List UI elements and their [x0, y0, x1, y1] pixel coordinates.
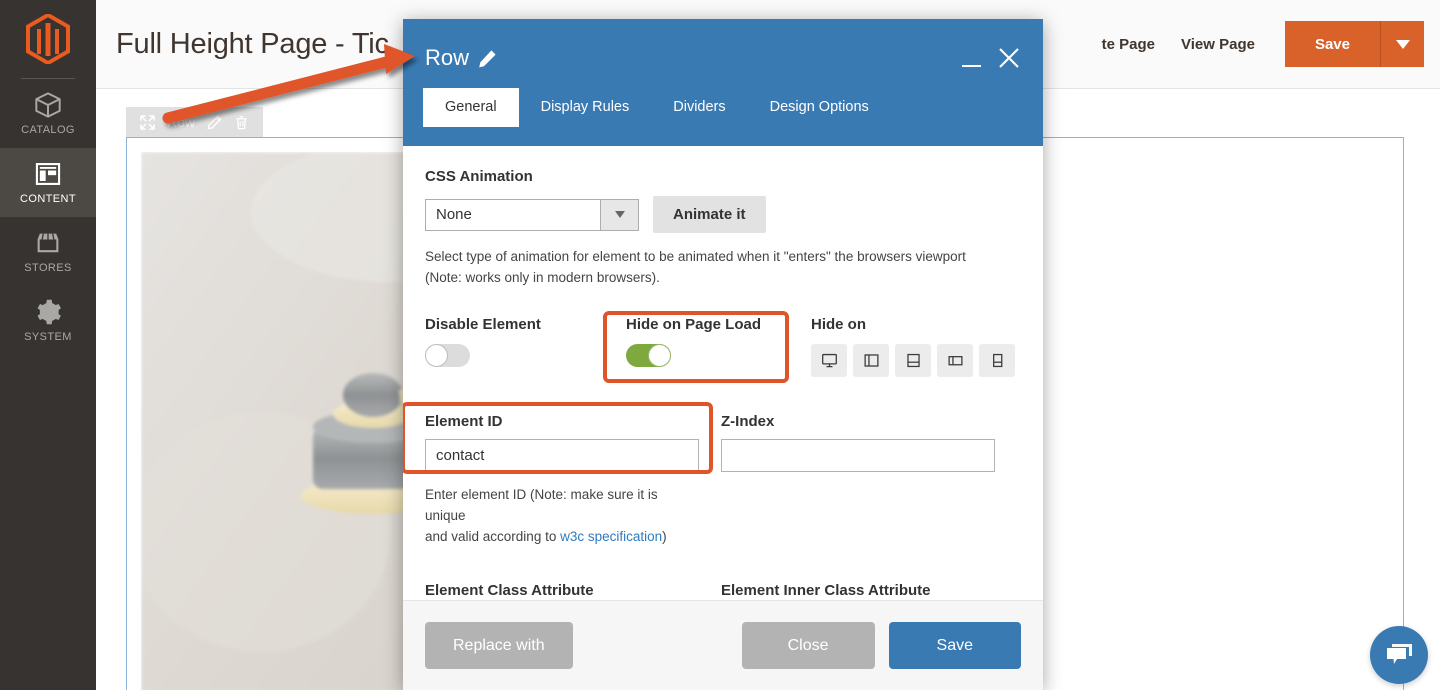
modal-footer: Replace with Close Save: [403, 600, 1043, 690]
element-inner-class-group: Element Inner Class Attribute: [721, 582, 995, 600]
layout-icon: [35, 163, 61, 185]
hide-on-mobile-landscape-button[interactable]: [937, 343, 973, 377]
hide-on-tablet-landscape-button[interactable]: [853, 343, 889, 377]
row-toolbar-label: Row: [167, 114, 196, 130]
css-animation-row: None Animate it: [425, 196, 1021, 233]
tab-dividers[interactable]: Dividers: [651, 88, 747, 127]
sidebar-item-content[interactable]: CONTENT: [0, 148, 96, 217]
animate-it-button[interactable]: Animate it: [653, 196, 766, 233]
box-icon: [35, 92, 61, 118]
css-animation-help-line2: (Note: works only in modern browsers).: [425, 269, 660, 285]
minimize-icon[interactable]: [962, 65, 981, 67]
caret-shape: [614, 211, 625, 218]
modal-header: Row General Display Rules Dividers Desig…: [403, 19, 1043, 146]
help-post: ): [662, 528, 667, 544]
element-class-group: Element Class Attribute: [425, 582, 699, 600]
tab-design-options[interactable]: Design Options: [748, 88, 891, 127]
gear-icon: [37, 299, 61, 325]
z-index-group: Z-Index: [721, 413, 995, 548]
hide-on-tablet-portrait-button[interactable]: [895, 343, 931, 377]
tab-display-rules[interactable]: Display Rules: [519, 88, 652, 127]
save-dropdown-button[interactable]: [1380, 21, 1424, 67]
footer-right-actions: Close Save: [741, 622, 1021, 669]
row-toolbar[interactable]: Row: [126, 107, 264, 137]
row-settings-modal: Row General Display Rules Dividers Desig…: [403, 19, 1043, 690]
z-index-label: Z-Index: [721, 412, 775, 430]
header-actions: te Page View Page Save: [1102, 21, 1424, 67]
element-id-label: Element ID: [425, 412, 503, 430]
element-class-label: Element Class Attribute: [425, 581, 594, 599]
chevron-down-icon[interactable]: [600, 199, 638, 230]
trash-icon[interactable]: [234, 115, 249, 130]
css-animation-select[interactable]: None: [425, 198, 639, 231]
z-index-input[interactable]: [721, 438, 995, 472]
hide-on-desktop-button[interactable]: [811, 343, 847, 377]
window-controls: [962, 46, 1021, 70]
hide-on-page-load-label: Hide on Page Load: [626, 315, 762, 333]
magento-logo-icon: [26, 14, 70, 64]
close-button[interactable]: Close: [741, 622, 875, 669]
hide-on-device-buttons: [811, 343, 1015, 377]
mobile-landscape-icon: [947, 355, 963, 366]
hide-on-page-load-group: Hide on Page Load: [626, 316, 811, 377]
chat-widget-button[interactable]: [1370, 626, 1428, 684]
tablet-portrait-icon: [906, 353, 920, 367]
chevron-down-icon: [1395, 39, 1410, 49]
css-animation-help: Select type of animation for element to …: [425, 247, 1021, 289]
hide-on-label: Hide on: [811, 315, 866, 333]
element-id-help-line1: Enter element ID (Note: make sure it is …: [425, 486, 658, 523]
pencil-icon[interactable]: [478, 49, 497, 68]
save-button[interactable]: Save: [1284, 21, 1380, 67]
css-animation-value: None: [436, 206, 472, 223]
sidebar-item-label: CONTENT: [20, 193, 76, 205]
id-zindex-row: Element ID Enter element ID (Note: make …: [425, 413, 1021, 548]
element-id-help: Enter element ID (Note: make sure it is …: [425, 485, 699, 548]
disable-element-group: Disable Element: [425, 316, 626, 377]
element-id-help-line2: and valid according to w3c specification…: [425, 527, 699, 548]
replace-with-button[interactable]: Replace with: [425, 622, 573, 669]
modal-title: Row: [425, 45, 470, 70]
admin-sidebar: CATALOG CONTENT STORES SYSTEM: [0, 0, 96, 690]
hide-on-mobile-portrait-button[interactable]: [979, 343, 1015, 377]
hide-on-group: Hide on: [811, 316, 1015, 377]
element-id-input[interactable]: [425, 438, 699, 472]
sidebar-item-stores[interactable]: STORES: [0, 217, 96, 286]
sidebar-item-catalog[interactable]: CATALOG: [0, 79, 96, 148]
toggle-knob: [425, 343, 448, 367]
delete-page-button[interactable]: te Page: [1102, 36, 1155, 53]
modal-save-button[interactable]: Save: [888, 622, 1021, 669]
w3c-specification-link[interactable]: w3c specification: [560, 529, 662, 544]
pencil-icon[interactable]: [207, 114, 222, 130]
tablet-landscape-icon: [863, 354, 879, 367]
help-pre: and valid according to: [425, 528, 561, 544]
tab-general[interactable]: General: [423, 88, 519, 127]
modal-title-row: Row: [403, 19, 1043, 71]
css-animation-label: CSS Animation: [425, 168, 533, 185]
class-attributes-row: Element Class Attribute Element Inner Cl…: [425, 582, 1021, 600]
screen-root: CATALOG CONTENT STORES SYSTEM Full Heigh…: [0, 0, 1440, 690]
css-animation-help-line1: Select type of animation for element to …: [425, 249, 966, 264]
desktop-icon: [821, 353, 837, 368]
mobile-portrait-icon: [992, 353, 1002, 367]
toggle-knob: [648, 343, 671, 367]
close-icon[interactable]: [997, 46, 1021, 70]
disable-element-label: Disable Element: [425, 315, 541, 333]
sidebar-item-label: CATALOG: [21, 124, 75, 136]
view-page-button[interactable]: View Page: [1181, 36, 1255, 53]
modal-tabs: General Display Rules Dividers Design Op…: [403, 88, 1043, 127]
save-split-button: Save: [1284, 21, 1424, 67]
chat-bubbles-icon: [1387, 644, 1412, 664]
sidebar-item-label: SYSTEM: [24, 331, 72, 343]
modal-body: CSS Animation None Animate it Select typ…: [403, 146, 1043, 600]
move-arrows-icon[interactable]: [140, 114, 155, 130]
magento-logo[interactable]: [0, 0, 96, 78]
sidebar-item-label: STORES: [24, 262, 72, 274]
hide-on-page-load-toggle[interactable]: [626, 343, 671, 367]
toggles-row: Disable Element Hide on Page Load Hide o…: [425, 316, 1021, 377]
storefront-icon: [37, 233, 59, 253]
element-id-group: Element ID Enter element ID (Note: make …: [425, 413, 699, 548]
disable-element-toggle[interactable]: [425, 343, 470, 367]
sidebar-item-system[interactable]: SYSTEM: [0, 286, 96, 355]
element-inner-class-label: Element Inner Class Attribute: [721, 581, 931, 599]
